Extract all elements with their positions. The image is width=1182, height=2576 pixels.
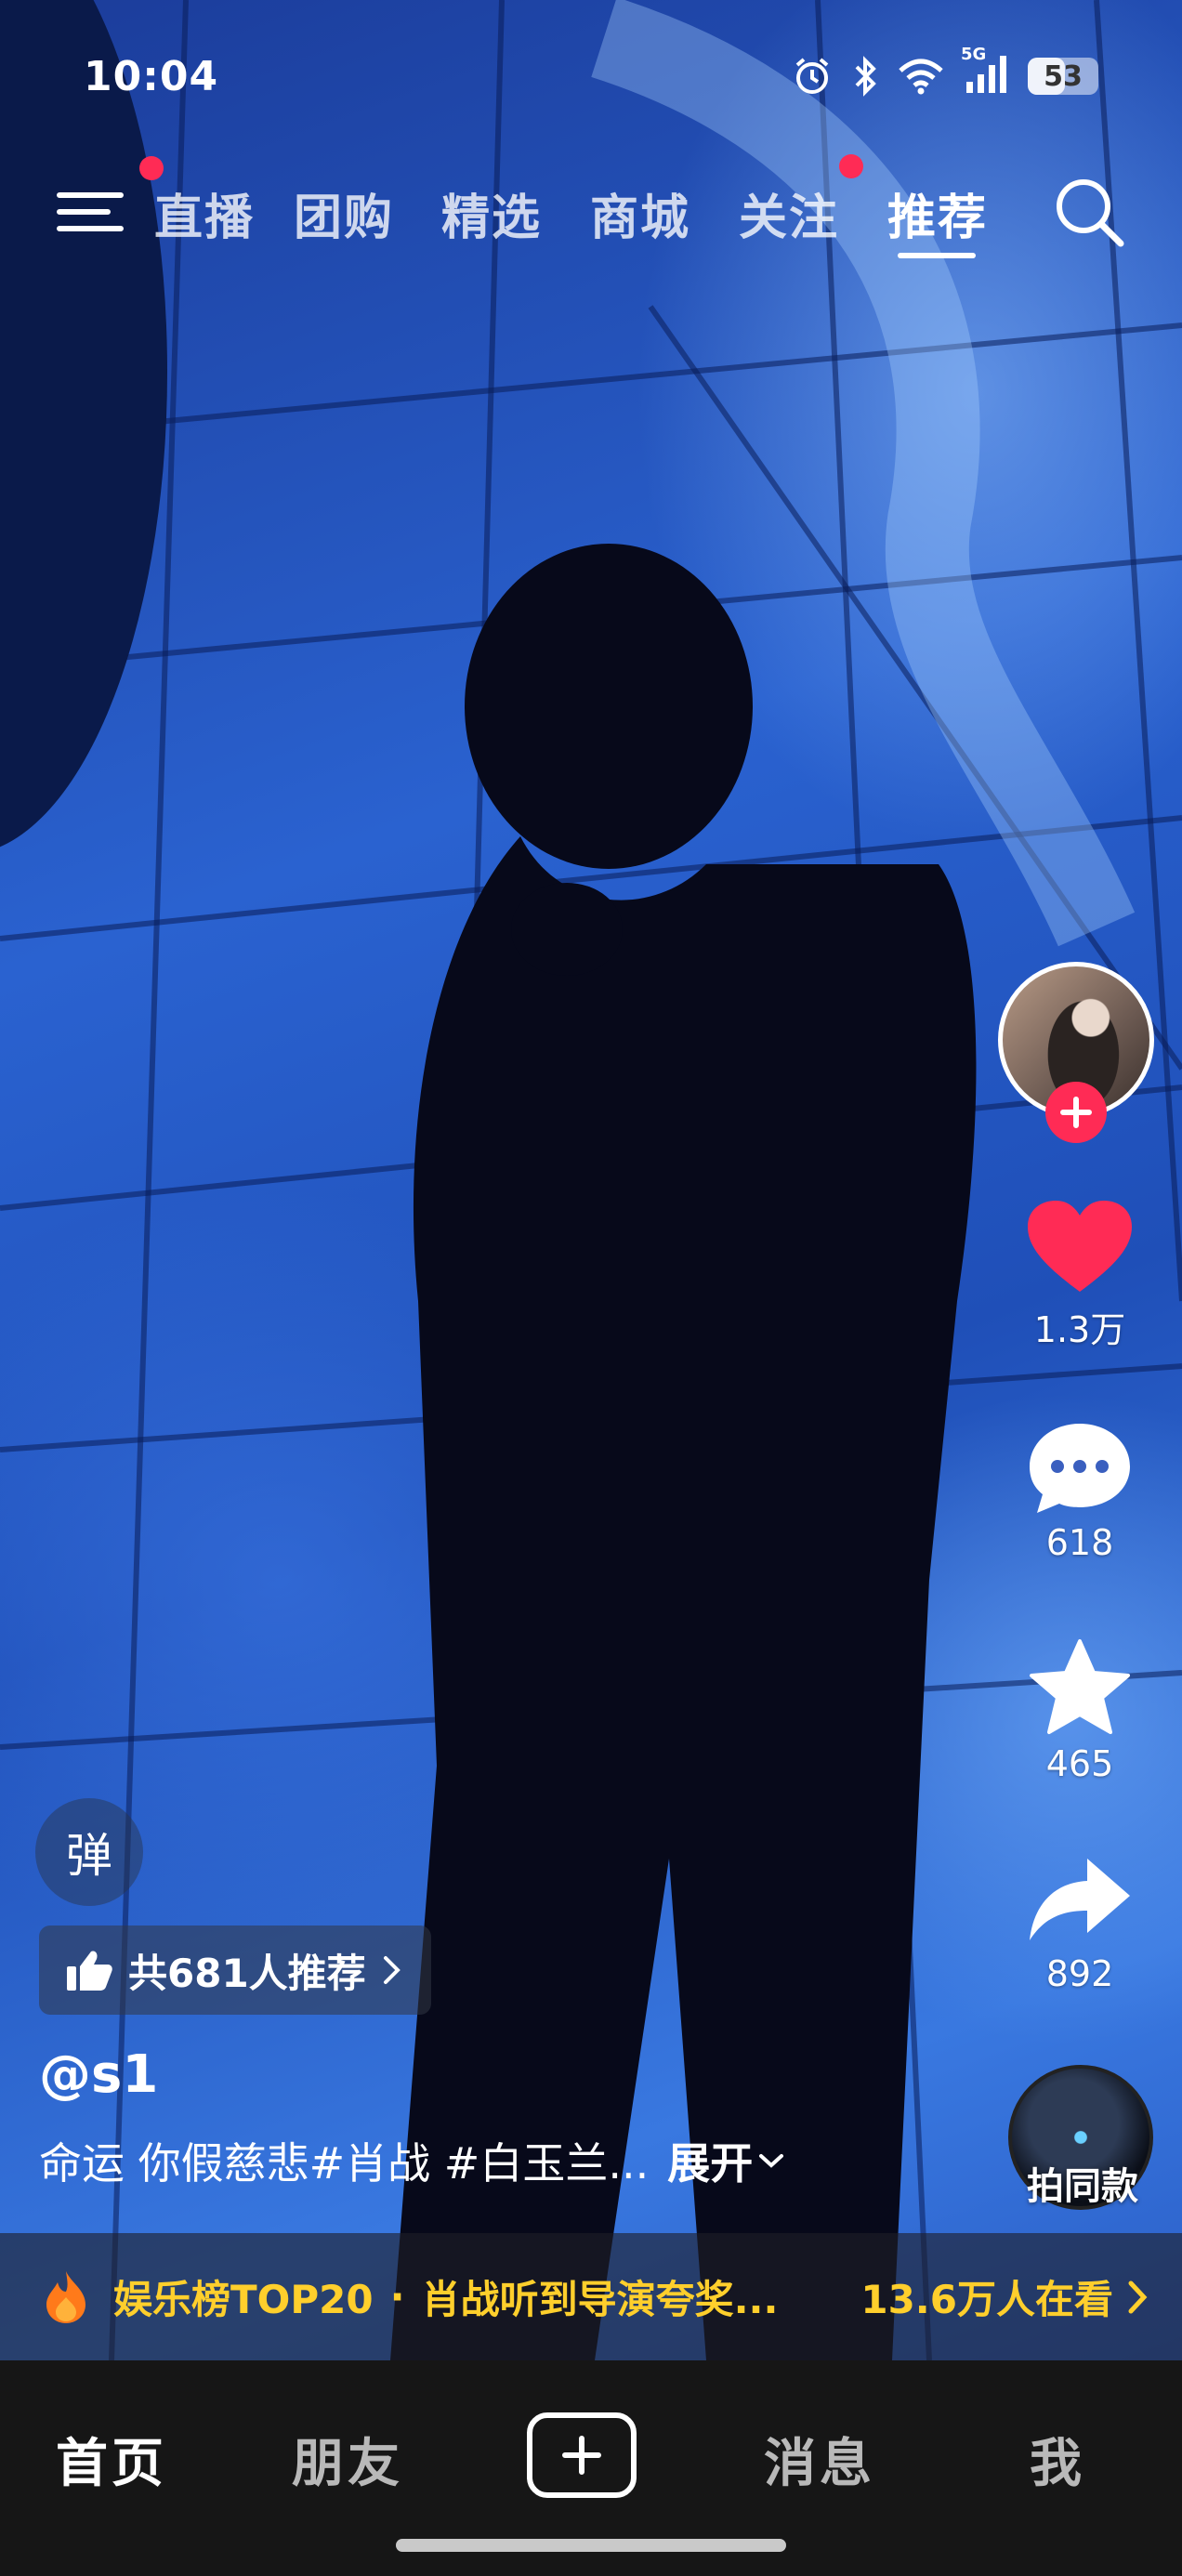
tab-me[interactable]: 我 — [1030, 2422, 1085, 2497]
bluetooth-icon — [855, 56, 876, 97]
hot-separator: · — [389, 2274, 405, 2320]
recommend-label: 共681人推荐 — [128, 1950, 366, 1996]
battery-icon: 53 — [1028, 58, 1098, 95]
status-time: 10:04 — [84, 52, 219, 100]
chevron-down-icon — [759, 2154, 784, 2168]
favorite-button[interactable]: 465 — [1015, 1637, 1145, 1784]
tab-following[interactable]: 关注 — [739, 178, 839, 248]
chevron-right-icon — [1128, 2280, 1148, 2313]
tab-group-buy[interactable]: 团购 — [294, 178, 394, 248]
heart-icon — [1028, 1201, 1132, 1292]
caption-text: 命运 你假慈悲#肖战 #白玉兰... — [39, 2138, 650, 2188]
recommend-chip[interactable]: 共681人推荐 — [39, 1925, 431, 2015]
comment-icon — [1030, 1424, 1130, 1513]
hot-viewers: 13.6万人在看 — [860, 2268, 1149, 2325]
tab-home[interactable]: 首页 — [56, 2422, 167, 2497]
tab-live[interactable]: 直播 — [154, 178, 255, 248]
wifi-icon — [899, 59, 943, 95]
top-nav: 直播 团购 精选 商城 关注 推荐 — [0, 154, 1182, 260]
hot-rank-label: 娱乐榜TOP20 — [113, 2277, 374, 2322]
hot-headline: 肖战听到导演夸奖... — [421, 2277, 779, 2322]
like-count: 1.3万 — [1033, 1309, 1126, 1350]
hot-list-banner[interactable]: 娱乐榜TOP20 · 肖战听到导演夸奖... 13.6万人在看 — [0, 2233, 1182, 2360]
tab-friends[interactable]: 朋友 — [292, 2422, 403, 2497]
tab-mall[interactable]: 商城 — [590, 178, 690, 248]
username[interactable]: @s1 — [39, 2044, 158, 2105]
tab-featured[interactable]: 精选 — [441, 178, 542, 248]
expand-button[interactable]: 展开 — [667, 2130, 784, 2191]
active-tab-indicator — [898, 253, 976, 258]
cellular-5g-icon: 5G — [961, 45, 1009, 99]
thumbs-up-icon — [67, 1951, 112, 1991]
tab-messages[interactable]: 消息 — [764, 2422, 875, 2497]
danmu-toggle[interactable]: 弹 — [35, 1798, 143, 1906]
following-badge — [839, 154, 863, 178]
plus-icon — [562, 2436, 601, 2475]
plus-icon — [1060, 1097, 1092, 1128]
share-button[interactable]: 892 — [1015, 1855, 1145, 1994]
share-icon — [1030, 1859, 1130, 1940]
danmu-label: 弹 — [66, 1829, 112, 1883]
like-button[interactable]: 1.3万 — [1015, 1199, 1145, 1352]
menu-badge — [139, 156, 164, 180]
video-caption[interactable]: 命运 你假慈悲#肖战 #白玉兰... 展开 — [39, 2130, 784, 2191]
same-style-button[interactable]: 拍同款 — [985, 2156, 1180, 2210]
alarm-icon — [795, 58, 829, 94]
chevron-right-icon — [383, 1956, 401, 1984]
comment-button[interactable]: 618 — [1015, 1420, 1145, 1563]
follow-button[interactable] — [1045, 1082, 1107, 1143]
hamburger-menu-icon[interactable] — [56, 177, 126, 247]
tab-recommend[interactable]: 推荐 — [887, 178, 988, 248]
search-icon[interactable] — [1050, 173, 1128, 251]
status-bar: 10:04 5G 53 — [84, 45, 1098, 104]
comment-count: 618 — [1045, 1522, 1114, 1563]
bottom-tab-bar: 首页 朋友 消息 我 — [0, 2360, 1182, 2576]
favorite-count: 465 — [1045, 1743, 1114, 1784]
fire-icon — [46, 2270, 85, 2323]
share-count: 892 — [1045, 1953, 1114, 1994]
status-icons: 5G 53 — [792, 45, 1098, 99]
home-indicator[interactable] — [396, 2539, 786, 2552]
create-button[interactable] — [527, 2412, 637, 2498]
star-icon — [1030, 1639, 1130, 1734]
